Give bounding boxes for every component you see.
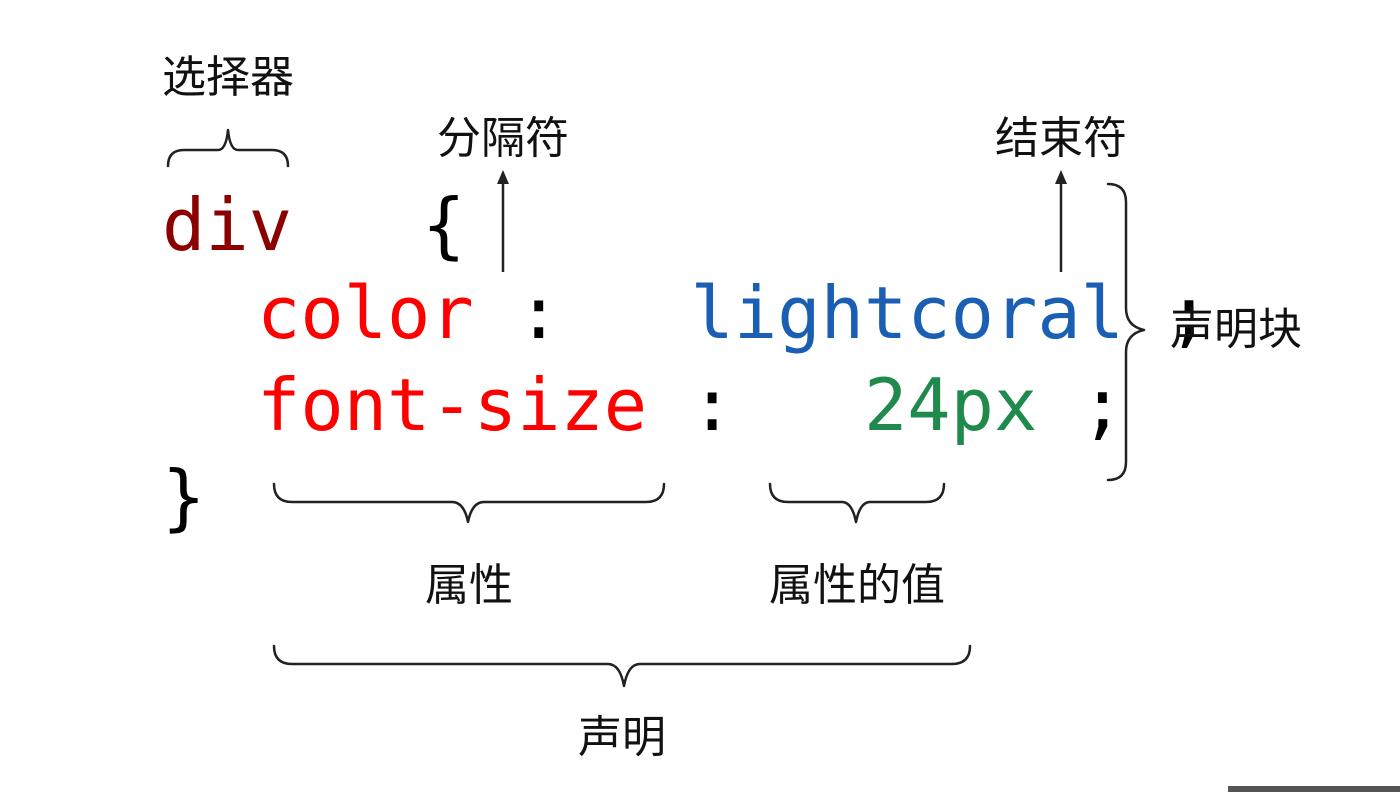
terminator-arrow-head [1055,170,1067,184]
terminator-label: 结束符 [995,113,1127,164]
separator-label: 分隔符 [437,113,569,164]
property-label: 属性 [425,560,513,611]
code-line-declaration-2: font-size : 24px ; [257,363,1124,447]
code-line-declaration-1: color : lightcoral ; [257,271,1211,355]
property-token-2: font-size [257,363,647,447]
close-brace-token: } [162,455,205,539]
code-line-selector: div { [162,183,465,267]
value-token-2: 24px [864,363,1037,447]
property-value-label: 属性的值 [769,560,945,611]
separator-token-2: : [691,363,734,447]
property-value-brace [768,482,946,524]
code-line-close: } [162,455,205,539]
declaration-label: 声明 [578,712,666,763]
value-token-1: lightcoral [691,271,1124,355]
selector-label: 选择器 [162,52,294,103]
declaration-brace [272,644,972,688]
css-syntax-diagram: div { color : lightcoral ; font-size : 2… [162,52,1302,763]
property-token-1: color [257,271,474,355]
separator-arrow-head [497,170,509,184]
declaration-block-label: 声明块 [1170,304,1302,355]
open-brace-token: { [422,183,465,267]
separator-token-1: : [517,271,560,355]
terminator-token-2: ; [1081,363,1124,447]
selector-brace [166,128,290,168]
selector-token: div [162,183,292,267]
property-brace [272,482,666,524]
corner-scroll-bar [1228,786,1400,792]
